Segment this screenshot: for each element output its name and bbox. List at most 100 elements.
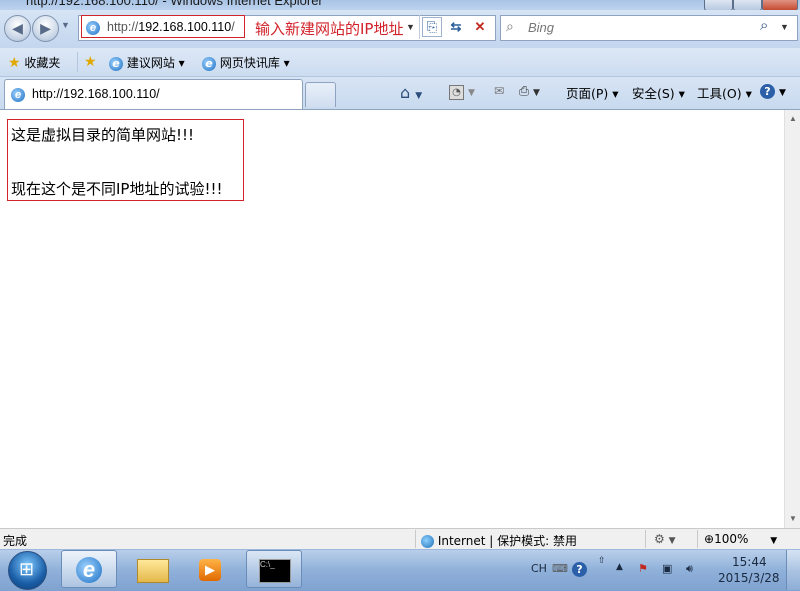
vertical-scrollbar[interactable]: ▲ ▼ xyxy=(784,110,800,528)
page-line-2: 现在这个是不同IP地址的试验!!! xyxy=(11,180,223,198)
safety-menu[interactable]: 安全(S) ▾ xyxy=(632,83,685,102)
feeds-button[interactable]: ◔ ▼ xyxy=(449,83,475,100)
action-center-icon[interactable]: ⚑ xyxy=(638,562,648,575)
page-menu[interactable]: 页面(P) ▾ xyxy=(566,83,619,102)
forward-button[interactable]: ▶ xyxy=(32,15,59,42)
divider xyxy=(419,15,420,39)
add-favorite-button[interactable]: ★ xyxy=(84,54,97,70)
security-zone-label: Internet | 保护模式: 禁用 xyxy=(437,534,578,548)
security-zone[interactable]: Internet | 保护模式: 禁用 xyxy=(421,532,577,549)
search-provider-icon: ⌕ xyxy=(506,18,514,34)
divider xyxy=(645,530,646,548)
history-dropdown[interactable]: ▼ xyxy=(61,20,70,30)
divider xyxy=(77,52,78,72)
address-url-highlight[interactable]: e http://192.168.100.110/ xyxy=(81,15,245,38)
maximize-button[interactable] xyxy=(733,0,762,10)
windows-logo-icon: ⊞ xyxy=(19,559,35,579)
tools-menu-label: 工具(O) ▾ xyxy=(697,86,752,101)
stop-icon: ✕ xyxy=(474,19,486,34)
taskbar-explorer-button[interactable] xyxy=(122,550,178,588)
read-mail-button[interactable]: ✉ xyxy=(494,83,504,98)
home-icon: ⌂ xyxy=(400,83,411,102)
show-desktop-button[interactable] xyxy=(786,550,800,590)
home-button[interactable]: ⌂ ▼ xyxy=(400,83,422,102)
favorites-label: 收藏夹 xyxy=(24,56,61,70)
show-hidden-icons-icon[interactable]: ▲ xyxy=(616,562,623,572)
clock-date[interactable]: 2015/3/28 xyxy=(718,571,780,585)
divider xyxy=(697,530,698,548)
network-icon[interactable]: ▣ xyxy=(662,562,672,575)
compat-icon: ⎘ xyxy=(426,19,438,34)
new-tab-button[interactable] xyxy=(305,82,336,107)
page-line-1: 这是虚拟目录的简单网站!!! xyxy=(11,126,195,144)
volume-icon[interactable]: 🔊︎ xyxy=(686,562,693,576)
help-icon[interactable]: ? xyxy=(572,562,587,577)
folder-icon xyxy=(137,559,169,583)
ie-icon: e xyxy=(86,20,100,35)
ie-icon: e xyxy=(109,56,123,71)
ie-icon: e xyxy=(76,557,102,583)
ie-icon: e xyxy=(202,56,216,71)
window-title: http://192.168.100.110/ - Windows Intern… xyxy=(26,0,323,8)
mail-icon: ✉ xyxy=(494,83,505,98)
minimize-button[interactable] xyxy=(704,0,733,10)
refresh-icon: ⇆ xyxy=(450,19,462,34)
print-icon: ⎙ xyxy=(519,83,530,98)
scroll-up-arrow-icon[interactable]: ▲ xyxy=(789,114,797,123)
search-options-dropdown[interactable]: ▼ xyxy=(780,22,789,32)
annotation-text: 输入新建网站的IP地址 xyxy=(255,20,404,38)
search-placeholder: Bing xyxy=(528,20,555,35)
status-bar xyxy=(0,528,800,550)
suggested-sites-label: 建议网站 ▾ xyxy=(126,56,185,70)
rss-icon: ◔ xyxy=(449,85,464,100)
help-button[interactable]: ? ▼ xyxy=(760,83,786,99)
search-icon[interactable]: ⌕ xyxy=(760,17,768,34)
add-star-icon: ★ xyxy=(84,54,97,70)
cmd-icon: C:\_ xyxy=(259,559,291,583)
start-button[interactable]: ⊞ xyxy=(8,551,47,590)
refresh-button[interactable]: ⇆ xyxy=(446,17,466,37)
back-icon: ◀ xyxy=(12,20,23,36)
zoom-icon: ⊕ xyxy=(704,532,715,546)
divider xyxy=(415,530,416,548)
ie-icon: e xyxy=(11,87,25,102)
zoom-label: 100% xyxy=(714,532,749,546)
taskbar-ie-button[interactable]: e xyxy=(61,550,117,588)
tab-current[interactable]: e http://192.168.100.110/ xyxy=(4,79,303,109)
close-window-button[interactable] xyxy=(762,0,798,10)
scroll-down-arrow-icon[interactable]: ▼ xyxy=(789,514,797,523)
safety-menu-label: 安全(S) ▾ xyxy=(632,86,685,101)
settings-gear-icon: ⚙ xyxy=(654,532,665,546)
media-player-icon: ▶ xyxy=(199,559,221,581)
protected-mode-button[interactable]: ⚙ ▼ xyxy=(654,532,676,546)
clock-time[interactable]: 15:44 xyxy=(732,555,767,569)
address-dropdown[interactable]: ▼ xyxy=(406,22,415,32)
page-menu-label: 页面(P) ▾ xyxy=(566,86,619,101)
ime-options-icon[interactable]: ⇧ xyxy=(598,556,606,566)
taskbar-cmd-button[interactable]: C:\_ xyxy=(246,550,302,588)
star-icon: ★ xyxy=(8,55,21,71)
back-button[interactable]: ◀ xyxy=(4,15,31,42)
forward-icon: ▶ xyxy=(40,20,51,36)
suggested-sites-item[interactable]: e 建议网站 ▾ xyxy=(109,54,185,71)
web-slice-gallery-item[interactable]: e 网页快讯库 ▾ xyxy=(202,54,290,71)
taskbar xyxy=(0,549,800,591)
favorites-button[interactable]: ★ 收藏夹 xyxy=(8,54,60,71)
print-button[interactable]: ⎙ ▼ xyxy=(519,83,540,99)
address-host: 192.168.100.110 xyxy=(138,20,232,34)
web-slice-gallery-label: 网页快讯库 ▾ xyxy=(219,56,290,70)
language-indicator[interactable]: CH xyxy=(531,562,547,575)
help-icon: ? xyxy=(760,84,775,99)
taskbar-media-player-button[interactable]: ▶ xyxy=(182,550,238,588)
compat-view-button[interactable]: ⎘ xyxy=(422,17,442,37)
status-text: 完成 xyxy=(3,534,28,548)
zoom-button[interactable]: ⊕100% ▼ xyxy=(704,532,777,546)
title-bar: http://192.168.100.110/ - Windows Intern… xyxy=(0,0,800,10)
address-prefix: http:// xyxy=(107,20,139,34)
tab-title: http://192.168.100.110/ xyxy=(32,87,160,101)
stop-button[interactable]: ✕ xyxy=(470,17,490,37)
keyboard-icon[interactable]: ⌨ xyxy=(552,562,568,575)
tools-menu[interactable]: 工具(O) ▾ xyxy=(697,83,752,102)
address-suffix: / xyxy=(231,20,235,34)
globe-icon xyxy=(421,535,434,548)
